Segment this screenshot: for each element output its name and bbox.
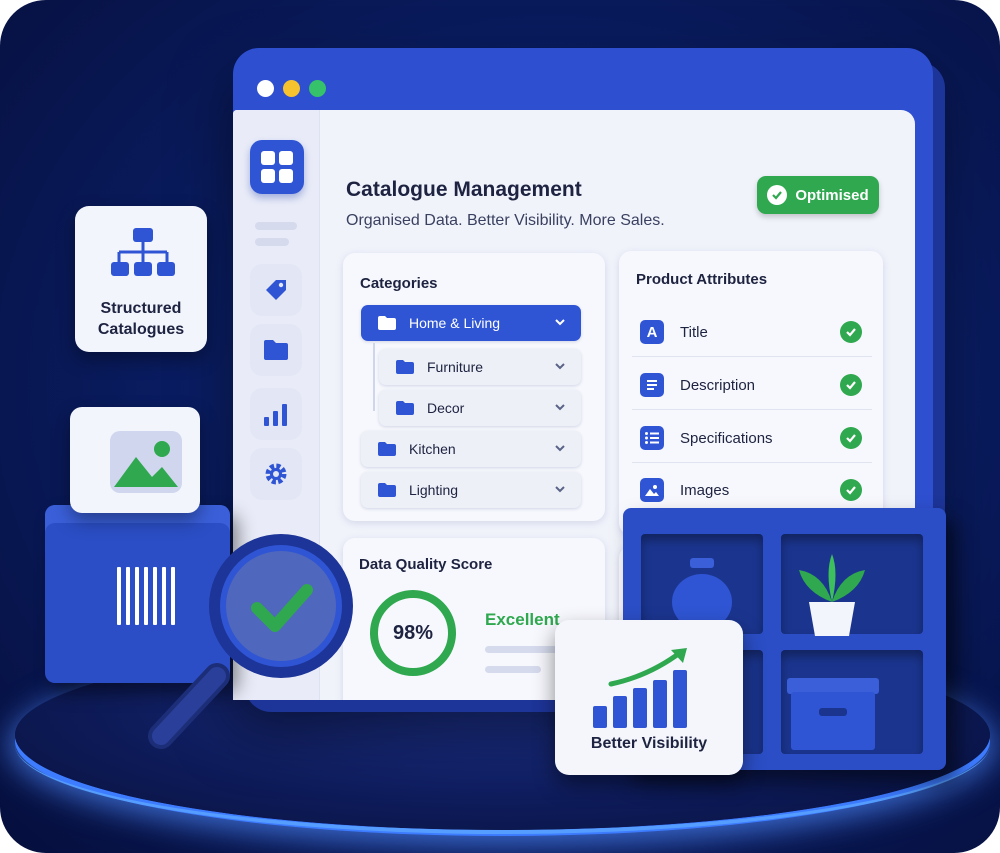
folder-icon [396,360,414,374]
folder-icon [396,401,414,415]
attribute-description-row[interactable]: Description [632,361,872,410]
attribute-title-row[interactable]: A Title [632,308,872,357]
category-decor[interactable]: Decor [379,390,581,426]
plant-icon [799,554,865,636]
chevron-down-icon [555,445,565,452]
categories-card: Categories Home & Living Furniture Decor… [343,253,605,521]
status-badge-label: Optimised [795,186,869,204]
folder-icon[interactable] [250,324,302,376]
product-attributes-card: Product Attributes A Title Description S… [619,251,883,535]
chevron-down-icon [555,363,565,370]
quality-score-ring: 98% [370,590,456,676]
attribute-label: Images [680,481,730,499]
attribute-label: Title [680,323,708,341]
document-icon [640,373,664,397]
attribute-specifications-row[interactable]: Specifications [632,414,872,463]
magnifier-check-icon [148,534,353,749]
image-cube [70,407,200,513]
structured-catalogues-card: Structured Catalogues [75,206,207,352]
attributes-title: Product Attributes [636,271,768,288]
sidebar-divider [255,222,297,230]
growth-chart-icon [593,648,687,728]
category-lighting[interactable]: Lighting [361,472,581,508]
check-icon [840,479,862,501]
check-icon [840,427,862,449]
window-dot-green[interactable] [309,80,326,97]
category-kitchen[interactable]: Kitchen [361,431,581,467]
status-badge: Optimised [757,176,879,214]
sidebar-divider [255,238,289,246]
category-label: Lighting [409,482,459,498]
image-icon [640,478,664,502]
category-furniture[interactable]: Furniture [379,349,581,385]
folder-icon [378,442,396,456]
attribute-images-row[interactable]: Images [632,466,872,514]
check-icon [840,321,862,343]
chevron-down-icon [555,404,565,411]
category-label: Decor [427,400,465,416]
placeholder-line [485,666,541,673]
placeholder-line [485,646,563,653]
folder-icon [378,483,396,497]
bar-chart-icon[interactable] [250,388,302,440]
image-icon [110,431,182,493]
window-dot-yellow[interactable] [283,80,300,97]
storage-box-icon [787,678,879,750]
categories-title: Categories [360,275,438,292]
structured-label-line1: Structured [100,300,182,317]
tag-icon[interactable] [250,264,302,316]
check-icon [767,185,788,205]
window-dot-white[interactable] [257,80,274,97]
page-subtitle: Organised Data. Better Visibility. More … [346,212,665,229]
attribute-label: Specifications [680,429,773,447]
better-visibility-card: Better Visibility [555,620,743,775]
attribute-label: Description [680,376,756,394]
list-icon [640,426,664,450]
category-label: Kitchen [409,441,456,457]
chevron-down-icon [555,319,565,326]
hierarchy-icon [111,228,175,276]
category-label: Furniture [427,359,484,375]
quality-title: Data Quality Score [359,556,493,573]
gear-icon[interactable] [250,448,302,500]
check-icon [840,374,862,396]
category-home-living[interactable]: Home & Living [361,305,581,341]
category-label: Home & Living [409,315,501,331]
folder-icon [378,316,396,330]
page-title: Catalogue Management [346,178,582,201]
better-visibility-label: Better Visibility [590,735,708,752]
quality-rating: Excellent [485,610,560,629]
window-controls [257,80,326,97]
letter-a-icon: A [640,320,664,344]
tree-connector [373,343,375,411]
scene-background: Catalogue Management Organised Data. Bet… [0,0,1000,853]
chevron-down-icon [555,486,565,493]
structured-label-line2: Catalogues [97,321,185,338]
dashboard-grid-icon[interactable] [250,140,304,194]
